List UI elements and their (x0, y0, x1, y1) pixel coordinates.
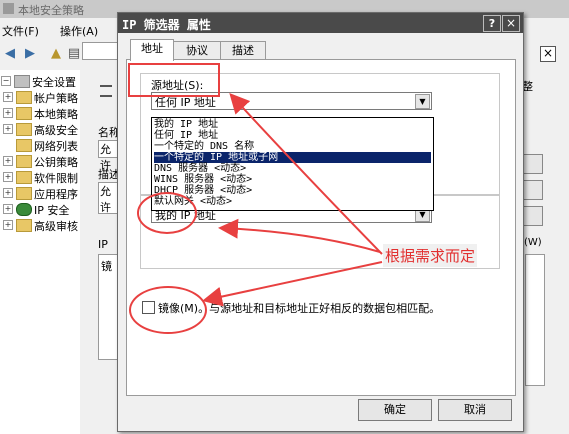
annotation-arrow-to-mirror (202, 261, 383, 307)
annotation-arrow-to-dest (218, 218, 381, 253)
annotation-arrows (202, 93, 383, 307)
annotation-text: 根据需求而定 (383, 244, 478, 267)
